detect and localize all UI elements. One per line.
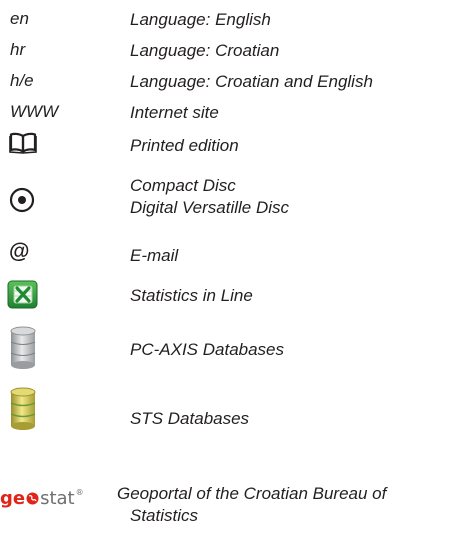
legend-row-en: en Language: English	[0, 8, 470, 32]
description-pc-axis-databases: PC-AXIS Databases	[130, 340, 285, 359]
excel-spreadsheet-icon	[7, 280, 38, 309]
geostat-logo: ge stat®	[0, 488, 84, 509]
description-geoportal-line2: Statistics	[130, 506, 199, 525]
legend-row-he: h/e Language: Croatian and English	[0, 70, 470, 94]
open-book-icon	[9, 132, 37, 154]
legend-list: en Language: English hr Language: Croati…	[0, 0, 470, 551]
geostat-globe-icon	[26, 492, 39, 505]
description-statistics-in-line: Statistics in Line	[130, 286, 253, 305]
legend-row-cd-dvd: Compact Disc Digital Versatille Disc	[0, 174, 470, 224]
description-compact-disc: Compact Disc	[130, 176, 236, 195]
description-printed-edition: Printed edition	[130, 136, 239, 155]
description-language-english: Language: English	[130, 10, 271, 29]
legend-row-pc-axis: PC-AXIS Databases	[0, 326, 470, 376]
legend-row-hr: hr Language: Croatian	[0, 39, 470, 63]
description-internet-site: Internet site	[130, 103, 219, 122]
legend-row-sts: STS Databases	[0, 387, 470, 437]
grey-database-icon	[10, 326, 36, 369]
yellow-database-icon	[10, 387, 36, 430]
description-language-croatian-english: Language: Croatian and English	[130, 72, 373, 91]
symbol-www: WWW	[10, 102, 59, 121]
symbol-hr: hr	[10, 40, 26, 59]
legend-row-www: WWW Internet site	[0, 101, 470, 125]
compact-disc-icon	[9, 187, 35, 213]
description-sts-databases: STS Databases	[130, 409, 250, 428]
legend-row-statistics-in-line: Statistics in Line	[0, 279, 470, 313]
symbol-en: en	[10, 9, 29, 28]
description-digital-versatille-disc: Digital Versatille Disc	[130, 198, 290, 217]
description-email: E-mail	[130, 246, 179, 265]
description-language-croatian: Language: Croatian	[130, 41, 280, 60]
legend-row-geoportal: ge stat® Geoportal of the Croatian Bureau…	[0, 482, 470, 542]
email-at-icon: @	[9, 240, 30, 263]
legend-row-printed: Printed edition	[0, 131, 470, 161]
description-geoportal-line1: Geoportal of the Croatian Bureau of	[117, 484, 387, 503]
legend-row-email: @ E-mail	[0, 240, 470, 270]
symbol-he: h/e	[10, 71, 34, 90]
